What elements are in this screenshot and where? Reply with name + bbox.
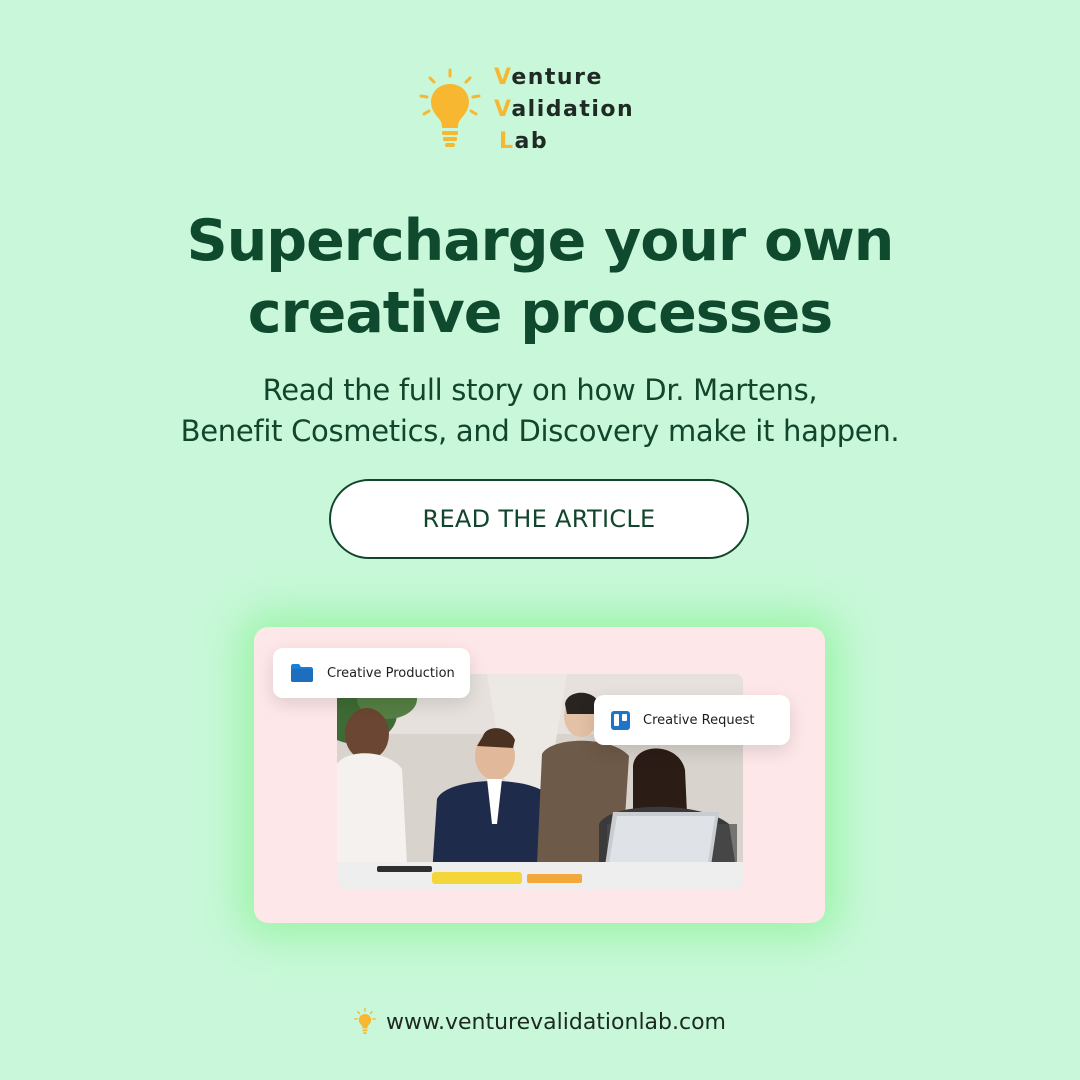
creative-production-chip[interactable]: Creative Production	[273, 648, 470, 698]
page-headline: Supercharge your own creative processes	[0, 205, 1080, 349]
lightbulb-icon	[354, 1008, 376, 1034]
brand-line-validation: Validation	[494, 97, 635, 122]
trello-board-icon	[611, 710, 630, 730]
footer: www.venturevalidationlab.com	[0, 1004, 1080, 1040]
brand-wordmark: Venture Validation Lab	[494, 62, 634, 158]
creative-request-chip[interactable]: Creative Request	[594, 695, 790, 745]
brand-line-lab: Lab	[499, 129, 549, 154]
creative-request-label: Creative Request	[643, 712, 755, 728]
website-link[interactable]: www.venturevalidationlab.com	[386, 1010, 726, 1035]
brand-logo: Venture Validation Lab	[418, 62, 668, 154]
creative-production-label: Creative Production	[327, 665, 455, 681]
page-subtitle: Read the full story on how Dr. Martens, …	[0, 370, 1080, 452]
headline-line-1: Supercharge your own	[186, 208, 895, 274]
lightbulb-icon	[419, 68, 481, 147]
subtitle-line-2: Benefit Cosmetics, and Discovery make it…	[180, 414, 900, 448]
read-article-button[interactable]: READ THE ARTICLE	[329, 479, 749, 559]
brand-line-venture: Venture	[494, 65, 603, 90]
subtitle-line-1: Read the full story on how Dr. Martens,	[262, 373, 818, 407]
folder-icon	[290, 663, 314, 683]
headline-line-2: creative processes	[247, 280, 833, 346]
